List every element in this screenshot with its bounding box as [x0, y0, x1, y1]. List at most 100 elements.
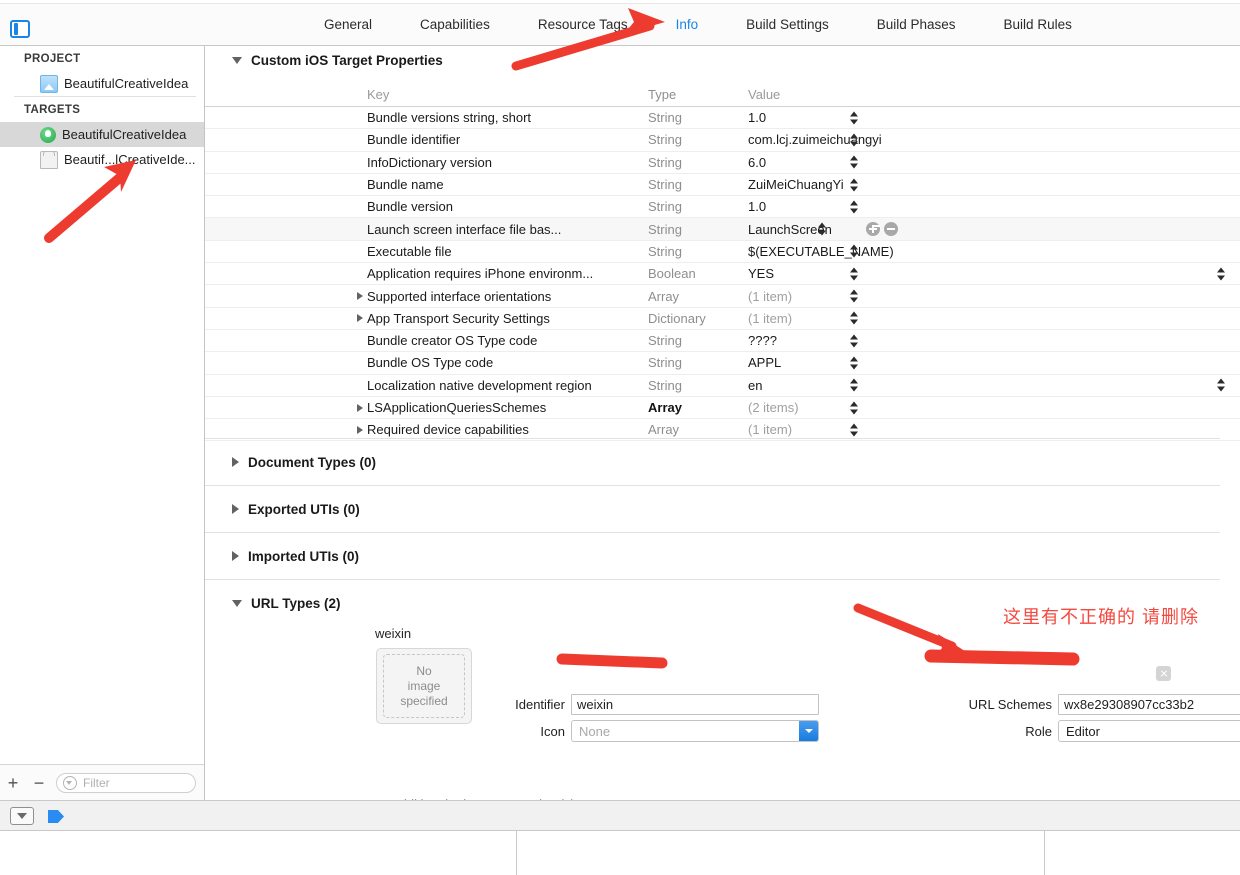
row-key[interactable]: Launch screen interface file bas...	[205, 222, 648, 237]
row-stepper[interactable]	[850, 289, 859, 304]
row-stepper[interactable]	[850, 355, 859, 370]
row-stepper[interactable]	[850, 177, 859, 192]
row-key[interactable]: App Transport Security Settings	[205, 311, 648, 326]
disclosure-triangle-open-icon[interactable]	[232, 56, 242, 64]
url-type-image-well[interactable]: No image specified	[376, 648, 472, 724]
row-stepper[interactable]	[850, 266, 859, 281]
table-row[interactable]: App Transport Security Settings Dictiona…	[205, 308, 1240, 330]
disclosure-triangle-open-icon[interactable]	[232, 599, 242, 607]
sidebar-item-target-app[interactable]: BeautifulCreativeIdea	[0, 122, 204, 147]
remove-row-icon[interactable]	[884, 222, 898, 237]
tab-general[interactable]: General	[300, 17, 396, 32]
additional-url-type-properties-row[interactable]: Additional url type properties (0)	[205, 792, 1240, 801]
filter-input[interactable]: Filter	[56, 772, 196, 793]
table-row[interactable]: Application requires iPhone environm... …	[205, 263, 1240, 286]
tab-build-settings[interactable]: Build Settings	[722, 17, 853, 32]
role-popup-button[interactable]: Editor	[1058, 720, 1240, 742]
row-type[interactable]: Array	[648, 289, 748, 304]
tab-build-phases[interactable]: Build Phases	[853, 17, 980, 32]
row-stepper[interactable]	[850, 311, 859, 326]
row-type[interactable]: Array	[648, 422, 748, 437]
row-stepper[interactable]	[850, 132, 859, 147]
hide-debug-area-icon[interactable]	[10, 807, 34, 825]
row-key[interactable]: Supported interface orientations	[205, 289, 648, 304]
row-type[interactable]: Boolean	[648, 266, 748, 281]
add-row-icon[interactable]	[866, 222, 880, 237]
row-value[interactable]: (1 item)	[748, 289, 1240, 304]
row-value[interactable]: (1 item)	[748, 311, 1240, 326]
row-key[interactable]: Executable file	[205, 244, 648, 259]
row-type[interactable]: Dictionary	[648, 311, 748, 326]
disclosure-triangle-icon[interactable]	[232, 504, 239, 514]
row-value[interactable]: ????	[748, 333, 1240, 348]
row-key[interactable]: Bundle version	[205, 199, 648, 214]
disclosure-triangle-icon[interactable]	[357, 292, 363, 301]
row-key[interactable]: Bundle identifier	[205, 132, 648, 147]
row-value-stepper[interactable]	[1217, 266, 1226, 281]
row-value[interactable]: $(EXECUTABLE_NAME)	[748, 244, 1240, 259]
row-key[interactable]: Bundle name	[205, 177, 648, 192]
table-row[interactable]: Bundle name String ZuiMeiChuangYi	[205, 174, 1240, 197]
disclosure-triangle-icon[interactable]	[232, 457, 239, 467]
show-navigator-icon[interactable]	[10, 20, 30, 38]
table-row[interactable]: LSApplicationQueriesSchemes Array (2 ite…	[205, 397, 1240, 420]
row-type[interactable]: String	[648, 222, 748, 237]
table-row[interactable]: Bundle version String 1.0	[205, 196, 1240, 219]
row-type[interactable]: String	[648, 378, 748, 393]
row-value[interactable]: 1.0	[748, 199, 1240, 214]
row-key[interactable]: LSApplicationQueriesSchemes	[205, 400, 648, 415]
table-row[interactable]: Supported interface orientations Array (…	[205, 285, 1240, 308]
disclosure-triangle-icon[interactable]	[232, 551, 239, 561]
sidebar-item-target-tests[interactable]: Beautif...lCreativeIde...	[0, 147, 204, 172]
row-value[interactable]: ZuiMeiChuangYi	[748, 177, 1240, 192]
tab-build-rules[interactable]: Build Rules	[980, 17, 1096, 32]
row-stepper[interactable]	[850, 110, 859, 125]
disclosure-triangle-icon[interactable]	[357, 403, 363, 412]
row-type[interactable]: String	[648, 132, 748, 147]
tab-info[interactable]: Info	[652, 17, 723, 32]
row-value[interactable]: com.lcj.zuimeichuangyi	[748, 132, 1240, 147]
row-key[interactable]: Application requires iPhone environm...	[205, 266, 648, 281]
row-type[interactable]: String	[648, 199, 748, 214]
table-row[interactable]: Launch screen interface file bas... Stri…	[205, 218, 1240, 241]
step-forward-icon[interactable]	[48, 810, 64, 823]
section-header-exported-utis[interactable]: Exported UTIs (0)	[205, 486, 1240, 532]
section-header-imported-utis[interactable]: Imported UTIs (0)	[205, 533, 1240, 579]
row-value[interactable]: 1.0	[748, 110, 1240, 125]
tab-resource-tags[interactable]: Resource Tags	[514, 17, 652, 32]
table-row[interactable]: Bundle creator OS Type code String ????	[205, 330, 1240, 353]
table-row[interactable]: InfoDictionary version String 6.0	[205, 152, 1240, 174]
row-value[interactable]: (1 item)	[748, 422, 1240, 437]
row-key[interactable]: InfoDictionary version	[205, 155, 648, 170]
row-value[interactable]: en	[748, 378, 1240, 393]
row-value[interactable]: APPL	[748, 355, 1240, 370]
table-row[interactable]: Bundle OS Type code String APPL	[205, 352, 1240, 375]
tab-capabilities[interactable]: Capabilities	[396, 17, 514, 32]
row-value[interactable]: YES	[748, 266, 1240, 281]
url-schemes-input[interactable]: wx8e29308907cc33b2	[1058, 694, 1240, 715]
row-stepper[interactable]	[850, 378, 859, 393]
row-stepper[interactable]	[850, 199, 859, 214]
row-stepper[interactable]	[818, 222, 827, 237]
section-header-document-types[interactable]: Document Types (0)	[205, 439, 1240, 485]
row-stepper[interactable]	[850, 155, 859, 170]
row-stepper[interactable]	[850, 400, 859, 415]
row-type[interactable]: String	[648, 177, 748, 192]
sidebar-item-project[interactable]: BeautifulCreativeIdea	[0, 71, 204, 96]
row-key[interactable]: Localization native development region	[205, 378, 648, 393]
disclosure-triangle-icon[interactable]	[357, 425, 363, 434]
identifier-input[interactable]: weixin	[571, 694, 819, 715]
row-value[interactable]: (2 items)	[748, 400, 1240, 415]
remove-target-button[interactable]: −	[26, 774, 52, 792]
section-header-custom-ios-target-properties[interactable]: Custom iOS Target Properties	[205, 46, 1240, 74]
row-type[interactable]: String	[648, 110, 748, 125]
table-row[interactable]: Bundle versions string, short String 1.0	[205, 107, 1240, 130]
disclosure-triangle-icon[interactable]	[357, 314, 363, 323]
row-key[interactable]: Required device capabilities	[205, 422, 648, 437]
row-type[interactable]: String	[648, 355, 748, 370]
remove-url-type-button[interactable]	[1156, 666, 1171, 681]
row-type[interactable]: String	[648, 244, 748, 259]
row-stepper[interactable]	[850, 333, 859, 348]
row-type[interactable]: String	[648, 155, 748, 170]
row-stepper[interactable]	[850, 422, 859, 437]
